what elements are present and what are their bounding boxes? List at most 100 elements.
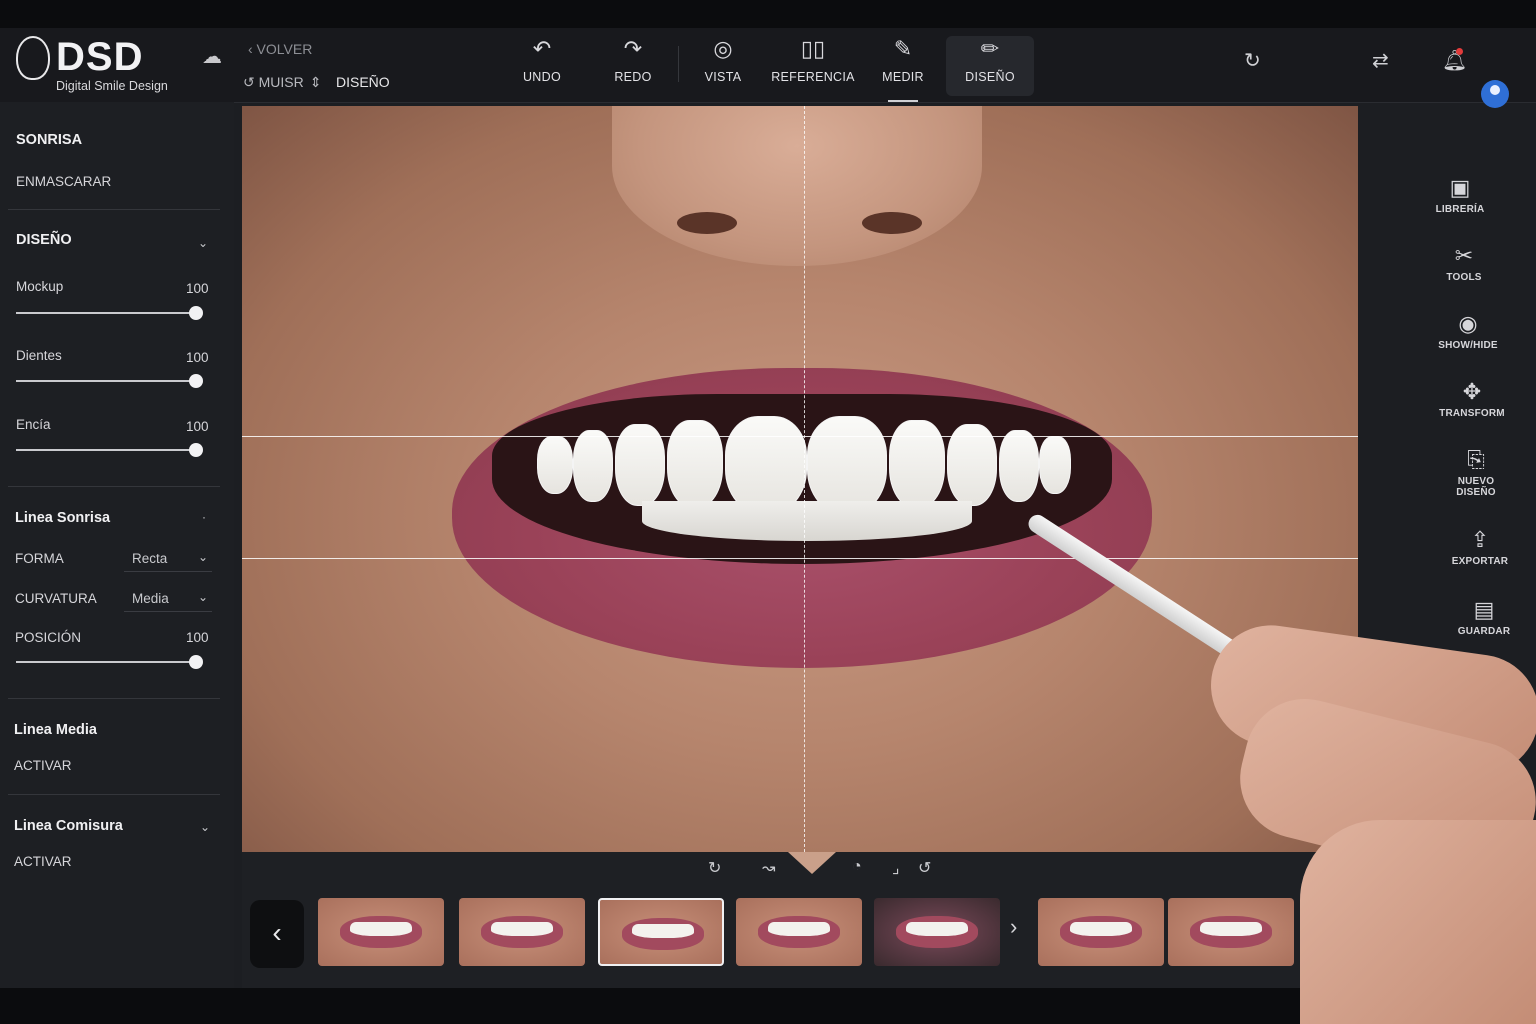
- chevron-right-icon[interactable]: ›: [1010, 914, 1017, 940]
- posicion-slider[interactable]: [16, 655, 203, 669]
- section-diseno[interactable]: DISEÑO: [16, 232, 72, 248]
- thumb-teeth: [1070, 922, 1132, 936]
- linea-comisura-activar[interactable]: ACTIVAR: [14, 854, 72, 869]
- move-icon: ✥: [1462, 379, 1482, 404]
- breadcrumb-parent[interactable]: MUISR: [259, 74, 304, 90]
- thumb-teeth: [491, 922, 553, 936]
- rotate-icon[interactable]: ↺: [918, 858, 931, 878]
- slider-knob[interactable]: [189, 655, 203, 669]
- smile-photo-canvas[interactable]: [242, 106, 1358, 852]
- tooth[interactable]: [1039, 436, 1071, 494]
- commissure-guide-line[interactable]: [242, 558, 1358, 559]
- breadcrumb-current: DISEÑO: [336, 74, 390, 90]
- tooth[interactable]: [725, 416, 807, 514]
- canvas-pointer: [788, 852, 836, 874]
- thumbnail[interactable]: [736, 898, 862, 966]
- nostril-left: [677, 212, 737, 234]
- collapse-icon[interactable]: ·: [202, 510, 206, 524]
- dientes-value: 100: [186, 350, 209, 365]
- curvatura-label: CURVATURA: [15, 591, 97, 606]
- tooth[interactable]: [537, 436, 573, 494]
- export-button[interactable]: ⇪ EXPORTAR: [1430, 526, 1530, 567]
- undo-label: UNDO: [522, 70, 561, 84]
- transform-label: TRANSFORM: [1439, 408, 1505, 419]
- section-sonrisa[interactable]: SONRISA: [16, 132, 82, 148]
- lower-teeth: [642, 501, 972, 541]
- eye-icon: ◉: [1458, 311, 1478, 336]
- save-button[interactable]: ▤ GUARDAR: [1434, 596, 1534, 637]
- logo-text: DSD: [56, 35, 144, 79]
- thumbnail[interactable]: [874, 898, 1000, 966]
- thumbnail-selected[interactable]: [598, 898, 724, 966]
- camera-icon[interactable]: ◔: [852, 858, 862, 876]
- share-icon[interactable]: ⇄: [1372, 48, 1389, 73]
- undo-icon: ↶: [532, 36, 552, 61]
- dientes-slider[interactable]: [16, 374, 203, 388]
- slider-knob[interactable]: [189, 443, 203, 457]
- linea-media-activar[interactable]: ACTIVAR: [14, 758, 72, 773]
- thumbnail[interactable]: [459, 898, 585, 966]
- new-design-button[interactable]: ⎘ NUEVO DISEÑO: [1426, 446, 1526, 498]
- thumbnail[interactable]: [1168, 898, 1294, 966]
- linea-sonrisa-heading[interactable]: Linea Sonrisa: [15, 510, 110, 526]
- library-label: LIBRERÍA: [1435, 204, 1485, 215]
- chevron-down-icon[interactable]: ⌄: [198, 236, 208, 250]
- medir-button[interactable]: ✎ MEDIR: [858, 36, 948, 102]
- bell-icon[interactable]: 🔔︎: [1442, 48, 1467, 73]
- vista-button[interactable]: ◎ VISTA: [678, 36, 768, 96]
- tooth[interactable]: [889, 420, 945, 508]
- undo-button[interactable]: ↶ UNDO: [497, 36, 587, 96]
- tools-button[interactable]: ✂ TOOLS: [1414, 242, 1514, 283]
- redo-label: REDO: [614, 70, 652, 84]
- thumbnail[interactable]: [318, 898, 444, 966]
- linea-comisura-heading[interactable]: Linea Comisura: [14, 818, 123, 834]
- mockup-label: Mockup: [16, 279, 64, 294]
- slider-knob[interactable]: [189, 306, 203, 320]
- right-toolbar: ▣ LIBRERÍA ✂ TOOLS ◉ SHOW/HIDE ✥ TRANSFO…: [1410, 102, 1536, 662]
- encia-slider[interactable]: [16, 443, 203, 457]
- mockup-slider[interactable]: [16, 306, 203, 320]
- curvatura-select[interactable]: Media ⌄: [124, 587, 212, 612]
- camera-icon: ◎: [713, 36, 733, 61]
- show-hide-button[interactable]: ◉ SHOW/HIDE: [1418, 310, 1518, 351]
- tooth[interactable]: [999, 430, 1039, 502]
- medir-label: MEDIR: [882, 70, 924, 84]
- pointer-icon[interactable]: ↝: [762, 858, 775, 878]
- encia-value: 100: [186, 419, 209, 434]
- redo-button[interactable]: ↷ REDO: [588, 36, 678, 96]
- forma-select[interactable]: Recta ⌄: [124, 547, 212, 572]
- tooth[interactable]: [667, 420, 723, 508]
- slider-fill: [16, 312, 196, 314]
- enmascarar-item[interactable]: ENMASCARAR: [16, 174, 111, 189]
- library-button[interactable]: ▣ LIBRERÍA: [1410, 174, 1510, 215]
- tooth-logo-icon: [16, 36, 50, 80]
- chevron-down-icon[interactable]: ⌄: [200, 820, 210, 834]
- top-toolbar: DSD Digital Smile Design ☁ ‹ VOLVER ↺ MU…: [0, 28, 1536, 103]
- referencia-label: REFERENCIA: [771, 70, 855, 84]
- left-sidebar: SONRISA ENMASCARAR DISEÑO ⌄ Mockup 100 D…: [0, 102, 234, 988]
- cloud-sync-icon[interactable]: ☁: [202, 44, 222, 69]
- slider-knob[interactable]: [189, 374, 203, 388]
- mockup-value: 100: [186, 281, 209, 296]
- incisal-guide-line[interactable]: [242, 436, 1358, 437]
- app-window: DSD Digital Smile Design ☁ ‹ VOLVER ↺ MU…: [0, 28, 1536, 988]
- tooth[interactable]: [573, 430, 613, 502]
- referencia-button[interactable]: ▯▯ REFERENCIA: [768, 36, 858, 96]
- midline-guide[interactable]: [804, 106, 806, 852]
- linea-media-heading[interactable]: Linea Media: [14, 722, 97, 738]
- angle-icon[interactable]: ⌟: [892, 858, 900, 878]
- tooth[interactable]: [807, 416, 887, 514]
- tools-label: TOOLS: [1446, 272, 1482, 283]
- sync-icon[interactable]: ↻: [1244, 48, 1261, 73]
- back-link[interactable]: ‹ VOLVER: [248, 41, 312, 57]
- nose-region: [612, 106, 982, 266]
- dientes-label: Dientes: [16, 348, 62, 363]
- thumbnail[interactable]: [1038, 898, 1164, 966]
- transform-button[interactable]: ✥ TRANSFORM: [1422, 378, 1522, 419]
- diseno-button[interactable]: ✏ DISEÑO: [946, 36, 1034, 96]
- hand-palm: [1300, 820, 1536, 1024]
- breadcrumb[interactable]: ↺ MUISR ⇕: [243, 74, 327, 91]
- rotate-icon[interactable]: ↻: [708, 858, 721, 878]
- chevron-left-icon[interactable]: ‹: [250, 900, 304, 968]
- save-label: GUARDAR: [1457, 626, 1511, 637]
